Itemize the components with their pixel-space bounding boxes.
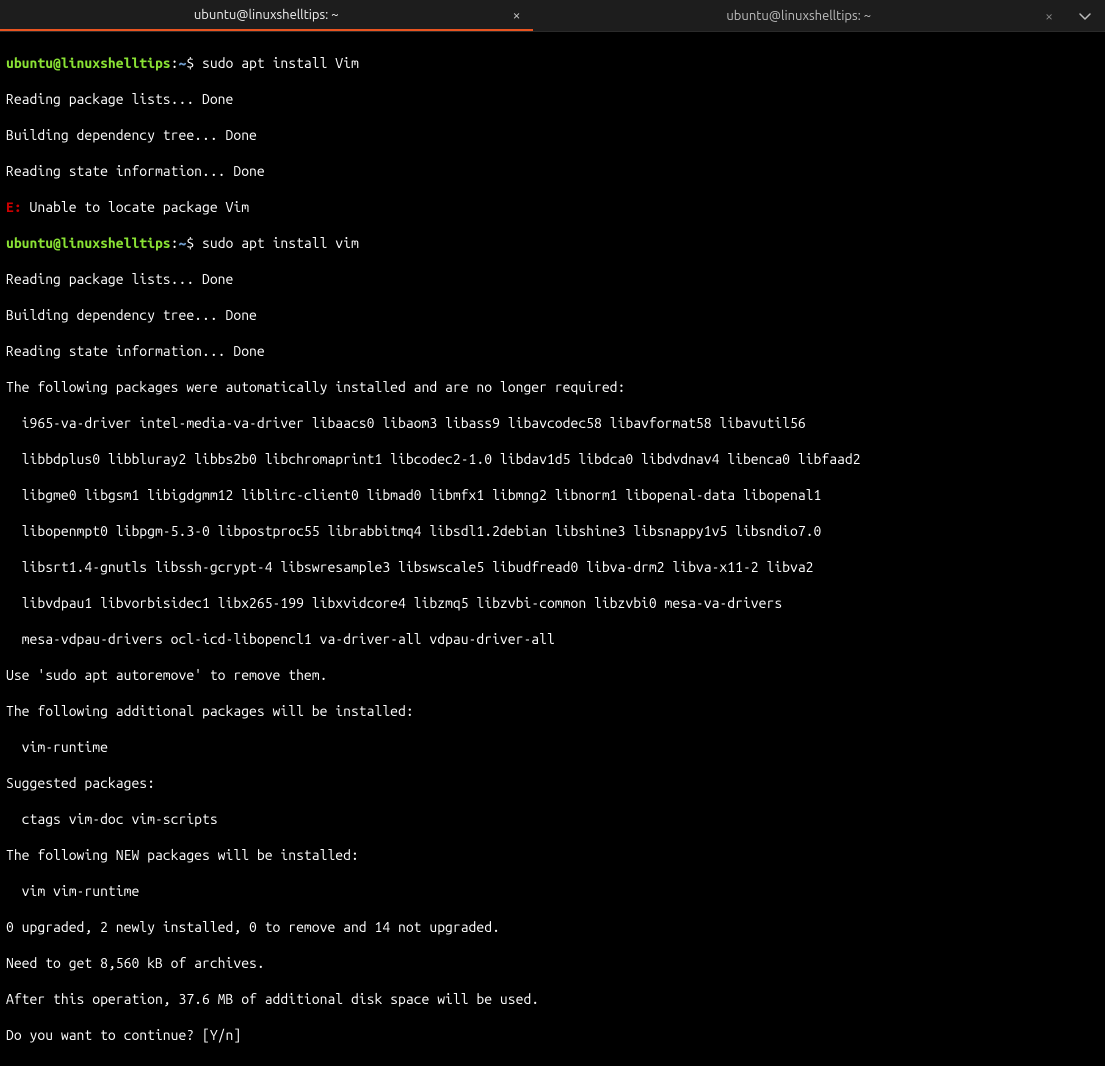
continue-prompt[interactable]: Do you want to continue? [Y/n] <box>6 1026 1099 1044</box>
output-line: libvdpau1 libvorbisidec1 libx265-199 lib… <box>6 594 1099 612</box>
output-line: vim-runtime <box>6 738 1099 756</box>
output-line: libbdplus0 libbluray2 libbs2b0 libchroma… <box>6 450 1099 468</box>
ps-user: ubuntu@linuxshelltips <box>6 55 171 71</box>
tab-title: ubuntu@linuxshelltips: ~ <box>194 6 339 24</box>
output-line: 0 upgraded, 2 newly installed, 0 to remo… <box>6 918 1099 936</box>
error-tag: E: <box>6 199 22 215</box>
new-tab-button[interactable] <box>1065 0 1105 31</box>
output-line: Need to get 8,560 kB of archives. <box>6 954 1099 972</box>
close-icon[interactable]: × <box>1045 7 1053 25</box>
output-line: The following additional packages will b… <box>6 702 1099 720</box>
output-line: Building dependency tree... Done <box>6 306 1099 324</box>
tab-1[interactable]: ubuntu@linuxshelltips: ~ × <box>0 0 533 31</box>
terminal-content[interactable]: ubuntu@linuxshelltips:~$ sudo apt instal… <box>0 32 1105 1066</box>
output-line: Reading package lists... Done <box>6 270 1099 288</box>
output-line: ctags vim-doc vim-scripts <box>6 810 1099 828</box>
output-line: Reading state information... Done <box>6 342 1099 360</box>
ps-user: ubuntu@linuxshelltips <box>6 235 171 251</box>
command-text: sudo apt install vim <box>202 235 359 251</box>
error-line: E: Unable to locate package Vim <box>6 198 1099 216</box>
output-line: Use 'sudo apt autoremove' to remove them… <box>6 666 1099 684</box>
tab-title: ubuntu@linuxshelltips: ~ <box>726 7 871 25</box>
output-line: libopenmpt0 libpgm-5.3-0 libpostproc55 l… <box>6 522 1099 540</box>
output-line: Building dependency tree... Done <box>6 126 1099 144</box>
ps-dollar: $ <box>186 55 202 71</box>
close-icon[interactable]: × <box>513 6 521 24</box>
ps-dollar: $ <box>186 235 202 251</box>
prompt-line: ubuntu@linuxshelltips:~$ sudo apt instal… <box>6 234 1099 252</box>
output-line: mesa-vdpau-drivers ocl-icd-libopencl1 va… <box>6 630 1099 648</box>
prompt-line: ubuntu@linuxshelltips:~$ sudo apt instal… <box>6 54 1099 72</box>
output-line: libsrt1.4-gnutls libssh-gcrypt-4 libswre… <box>6 558 1099 576</box>
output-line: The following packages were automaticall… <box>6 378 1099 396</box>
output-line: Suggested packages: <box>6 774 1099 792</box>
command-text: sudo apt install Vim <box>202 55 359 71</box>
output-line: Reading state information... Done <box>6 162 1099 180</box>
output-line: vim vim-runtime <box>6 882 1099 900</box>
output-line: libgme0 libgsm1 libigdgmm12 liblirc-clie… <box>6 486 1099 504</box>
output-line: The following NEW packages will be insta… <box>6 846 1099 864</box>
error-message: Unable to locate package Vim <box>22 199 249 215</box>
output-line: Reading package lists... Done <box>6 90 1099 108</box>
chevron-down-icon <box>1077 8 1093 24</box>
titlebar: ubuntu@linuxshelltips: ~ × ubuntu@linuxs… <box>0 0 1105 32</box>
tab-2[interactable]: ubuntu@linuxshelltips: ~ × <box>533 0 1066 31</box>
output-line: i965-va-driver intel-media-va-driver lib… <box>6 414 1099 432</box>
output-line: After this operation, 37.6 MB of additio… <box>6 990 1099 1008</box>
